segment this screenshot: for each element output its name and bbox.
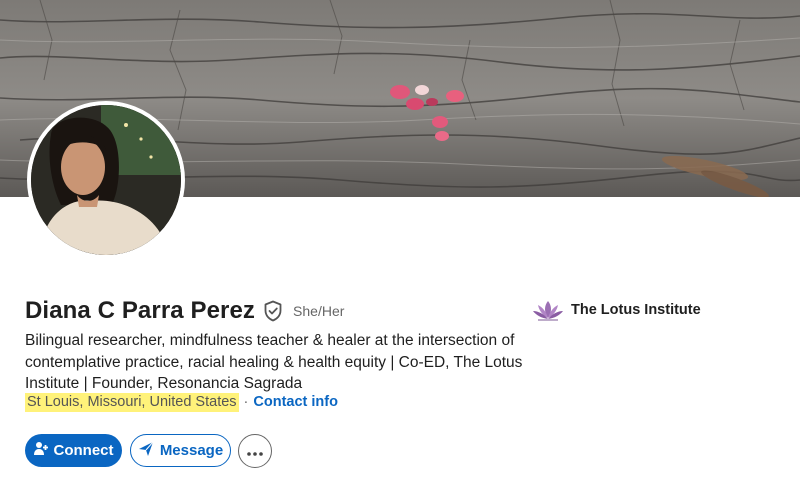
lotus-logo-icon (532, 298, 564, 322)
pronouns: She/Her (293, 303, 345, 319)
connect-label: Connect (53, 442, 114, 459)
location-row: St Louis, Missouri, United States · Cont… (25, 391, 338, 413)
message-label: Message (159, 442, 224, 459)
current-organization[interactable]: The Lotus Institute (532, 298, 701, 322)
profile-name: Diana C Parra Perez (25, 297, 256, 324)
message-button[interactable]: Message (130, 434, 231, 467)
profile-photo[interactable] (27, 101, 185, 259)
location-text: St Louis, Missouri, United States (25, 392, 239, 412)
add-person-icon (33, 441, 48, 461)
ellipsis-icon (247, 444, 263, 459)
send-icon (138, 441, 154, 461)
name-row: Diana C Parra Perez She/Her (25, 296, 344, 326)
organization-name: The Lotus Institute (571, 302, 701, 318)
shield-check-icon[interactable] (263, 300, 283, 322)
more-actions-button[interactable] (238, 434, 272, 468)
separator-dot: · (243, 394, 249, 410)
profile-headline: Bilingual researcher, mindfulness teache… (25, 332, 523, 392)
connect-button[interactable]: Connect (25, 434, 122, 467)
contact-info-link[interactable]: Contact info (253, 394, 338, 410)
